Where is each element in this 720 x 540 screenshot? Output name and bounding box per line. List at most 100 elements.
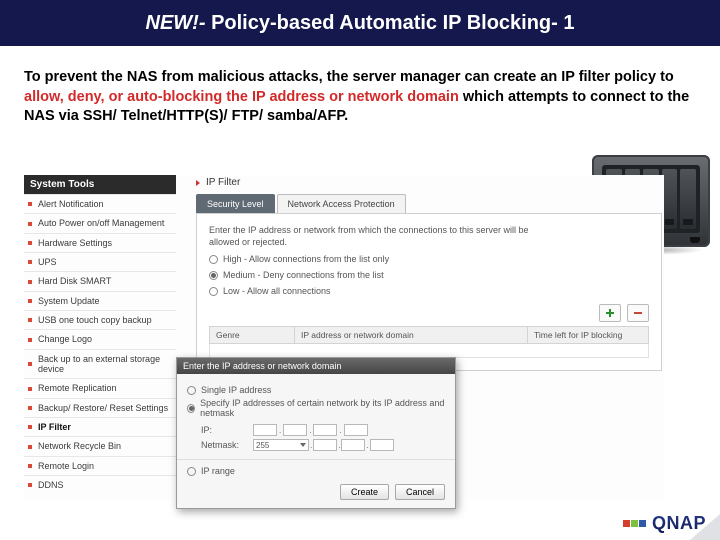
sidebar-item[interactable]: Change Logo xyxy=(24,329,176,348)
bullet-icon xyxy=(28,202,32,206)
bullet-icon xyxy=(28,387,32,391)
sidebar-item[interactable]: Auto Power on/off Management xyxy=(24,213,176,232)
sidebar-item-label: Hardware Settings xyxy=(38,238,112,248)
radio-icon xyxy=(187,386,196,395)
sidebar-item-label: UPS xyxy=(38,257,57,267)
slide-title-prefix: NEW!- xyxy=(146,12,212,34)
sidebar-item-label: Change Logo xyxy=(38,334,92,344)
tab[interactable]: Network Access Protection xyxy=(277,194,406,213)
radio-icon xyxy=(187,467,196,476)
create-button[interactable]: Create xyxy=(340,484,389,500)
netmask-octet-input[interactable] xyxy=(313,439,337,451)
sidebar-item[interactable]: Network Recycle Bin xyxy=(24,436,176,455)
logo-squares-icon xyxy=(623,520,646,527)
sidebar-item[interactable]: USB one touch copy backup xyxy=(24,310,176,329)
dialog-option[interactable]: Single IP address xyxy=(187,385,445,395)
remove-button[interactable] xyxy=(627,304,649,322)
slide-title-bar: NEW!- Policy-based Automatic IP Blocking… xyxy=(0,0,720,46)
panel-title: IP Filter xyxy=(196,177,662,188)
ip-label: IP: xyxy=(201,425,253,435)
sidebar-item[interactable]: Hardware Settings xyxy=(24,233,176,252)
netmask-value: 255 xyxy=(256,441,269,450)
security-level-option[interactable]: High - Allow connections from the list o… xyxy=(209,254,649,264)
sidebar-item-label: Back up to an external storage device xyxy=(38,354,176,375)
col-ip: IP address or network domain xyxy=(295,327,528,343)
panel-title-text: IP Filter xyxy=(206,177,240,188)
option-label: Single IP address xyxy=(201,385,271,395)
drive-bay xyxy=(662,169,678,229)
add-button[interactable] xyxy=(599,304,621,322)
radio-icon xyxy=(209,271,218,280)
sidebar: System Tools Alert Notification Auto Powe… xyxy=(24,175,176,495)
bullet-icon xyxy=(28,222,32,226)
page-curl-icon xyxy=(690,514,720,540)
sidebar-item-label: IP Filter xyxy=(38,422,71,432)
netmask-octet-input[interactable] xyxy=(341,439,365,451)
list-action-buttons xyxy=(209,304,649,322)
security-level-option[interactable]: Medium - Deny connections from the list xyxy=(209,270,649,280)
option-label: High - Allow connections from the list o… xyxy=(223,254,389,264)
netmask-field-row: Netmask: 255 . . . xyxy=(201,439,445,451)
bullet-icon xyxy=(28,318,32,322)
ip-field-row: IP: . . . xyxy=(201,424,445,436)
bullet-icon xyxy=(28,445,32,449)
bullet-icon xyxy=(28,464,32,468)
bullet-icon xyxy=(28,260,32,264)
netmask-label: Netmask: xyxy=(201,440,253,450)
bullet-icon xyxy=(28,241,32,245)
netmask-octet-input[interactable] xyxy=(370,439,394,451)
sidebar-item[interactable]: System Update xyxy=(24,291,176,310)
drive-bay xyxy=(680,169,696,229)
bullet-icon xyxy=(28,280,32,284)
sidebar-item-label: Remote Login xyxy=(38,461,94,471)
sidebar-item-label: System Update xyxy=(38,296,100,306)
tab-bar: Security LevelNetwork Access Protection xyxy=(196,194,662,213)
tab[interactable]: Security Level xyxy=(196,194,275,213)
sidebar-item-label: Network Recycle Bin xyxy=(38,441,121,451)
sidebar-item[interactable]: IP Filter xyxy=(24,417,176,436)
bullet-icon xyxy=(28,299,32,303)
sidebar-item[interactable]: Alert Notification xyxy=(24,194,176,213)
ip-entry-dialog: Enter the IP address or network domain S… xyxy=(176,357,456,509)
bullet-icon xyxy=(28,338,32,342)
option-label: Specify IP addresses of certain network … xyxy=(200,398,445,418)
intro-part1: To prevent the NAS from malicious attack… xyxy=(24,69,674,85)
dialog-option[interactable]: IP range xyxy=(187,466,445,476)
tab-body: Enter the IP address or network from whi… xyxy=(196,213,662,371)
divider xyxy=(177,459,455,460)
sidebar-item-label: Hard Disk SMART xyxy=(38,276,111,286)
intro-highlight: allow, deny, or auto-blocking the IP add… xyxy=(24,89,459,105)
cancel-button[interactable]: Cancel xyxy=(395,484,445,500)
radio-icon xyxy=(187,404,195,413)
sidebar-item[interactable]: Hard Disk SMART xyxy=(24,271,176,290)
col-timeleft: Time left for IP blocking xyxy=(528,327,648,343)
sidebar-item[interactable]: Remote Replication xyxy=(24,378,176,397)
sidebar-item[interactable]: Remote Login xyxy=(24,456,176,475)
sidebar-item-label: USB one touch copy backup xyxy=(38,315,152,325)
security-level-option[interactable]: Low - Allow all connections xyxy=(209,286,649,296)
ip-octet-input[interactable] xyxy=(253,424,277,436)
ip-octets[interactable]: . . . xyxy=(253,424,368,436)
sidebar-item-label: DDNS xyxy=(38,480,64,490)
panel-hint: Enter the IP address or network from whi… xyxy=(209,224,529,248)
chevron-down-icon xyxy=(300,443,306,447)
ip-octet-input[interactable] xyxy=(313,424,337,436)
bullet-icon xyxy=(28,406,32,410)
netmask-select[interactable]: 255 xyxy=(253,439,309,451)
bullet-icon xyxy=(28,425,32,429)
dialog-option[interactable]: Specify IP addresses of certain network … xyxy=(187,398,445,418)
col-genre: Genre xyxy=(210,327,295,343)
sidebar-item[interactable]: UPS xyxy=(24,252,176,271)
sidebar-item-label: Alert Notification xyxy=(38,199,104,209)
sidebar-item[interactable]: Backup/ Restore/ Reset Settings xyxy=(24,398,176,417)
option-label: Low - Allow all connections xyxy=(223,286,331,296)
ip-table-header: Genre IP address or network domain Time … xyxy=(209,326,649,344)
ip-octet-input[interactable] xyxy=(344,424,368,436)
sidebar-item[interactable]: Back up to an external storage device xyxy=(24,349,176,379)
sidebar-header: System Tools xyxy=(24,175,176,194)
caret-right-icon xyxy=(196,180,200,186)
ip-octet-input[interactable] xyxy=(283,424,307,436)
sidebar-item[interactable]: DDNS xyxy=(24,475,176,494)
radio-icon xyxy=(209,287,218,296)
admin-ui-screenshot: System Tools Alert Notification Auto Powe… xyxy=(24,175,664,500)
